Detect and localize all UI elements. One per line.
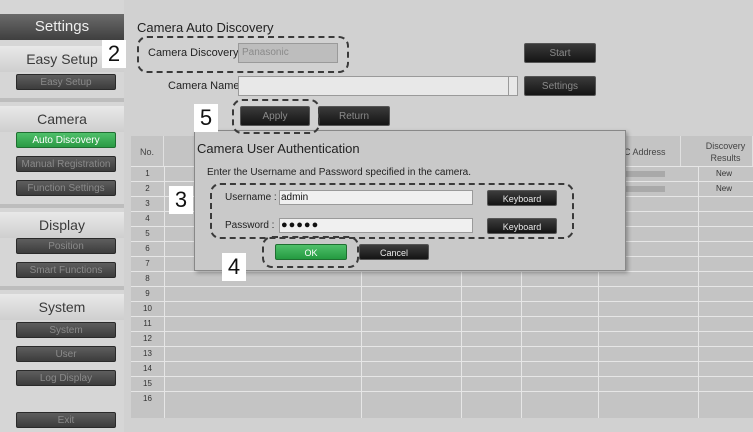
col-header-no: No. <box>131 136 164 166</box>
table-row[interactable]: 10 <box>131 301 753 316</box>
manual-registration-button[interactable]: Manual Registration <box>16 156 116 172</box>
dialog-title: Camera User Authentication <box>197 141 360 156</box>
step-number-3: 3 <box>169 186 193 214</box>
row-number: 4 <box>145 214 150 223</box>
return-button[interactable]: Return <box>318 106 390 126</box>
system-button[interactable]: System <box>16 322 116 338</box>
step-number-4: 4 <box>222 253 246 281</box>
callout-box-step5 <box>232 99 320 134</box>
row-number: 9 <box>145 289 150 298</box>
auto-discovery-button[interactable]: Auto Discovery <box>16 132 116 148</box>
table-row[interactable]: 13 <box>131 346 753 361</box>
function-settings-button[interactable]: Function Settings <box>16 180 116 196</box>
table-row[interactable]: 12 <box>131 331 753 346</box>
settings-button[interactable]: Settings <box>524 76 596 96</box>
user-button[interactable]: User <box>16 346 116 362</box>
callout-box-step2 <box>137 36 349 73</box>
easy-setup-button[interactable]: Easy Setup <box>16 74 116 90</box>
table-row[interactable]: 9 <box>131 286 753 301</box>
dialog-instruction: Enter the Username and Password specifie… <box>207 167 472 178</box>
row-result: New <box>716 169 733 178</box>
row-number: 1 <box>145 169 150 178</box>
step-number-5: 5 <box>194 104 218 132</box>
row-number: 6 <box>145 244 150 253</box>
step-number-2: 2 <box>102 40 126 68</box>
position-button[interactable]: Position <box>16 238 116 254</box>
table-row[interactable]: 14 <box>131 361 753 376</box>
callout-box-step4 <box>262 236 359 268</box>
input-end-cap <box>508 77 517 95</box>
camera-header: Camera <box>0 106 124 132</box>
row-number: 16 <box>143 394 152 403</box>
row-number: 11 <box>143 319 152 328</box>
camera-name-label: Camera Name <box>168 80 240 92</box>
row-number: 8 <box>145 274 150 283</box>
sidebar-divider <box>0 286 124 290</box>
row-number: 3 <box>145 199 150 208</box>
row-number: 13 <box>143 349 152 358</box>
display-header: Display <box>0 212 124 238</box>
row-number: 15 <box>143 379 152 388</box>
row-number: 10 <box>143 304 152 313</box>
table-row[interactable]: 16 <box>131 391 753 406</box>
start-button[interactable]: Start <box>524 43 596 63</box>
row-number: 2 <box>145 184 150 193</box>
exit-button[interactable]: Exit <box>16 412 116 428</box>
row-number: 14 <box>143 364 152 373</box>
callout-box-step3 <box>210 183 574 239</box>
col-header-results: Discovery Results <box>699 136 753 166</box>
row-number: 7 <box>145 259 150 268</box>
row-number: 12 <box>143 334 152 343</box>
row-number: 5 <box>145 229 150 238</box>
camera-name-input[interactable] <box>238 76 518 96</box>
cancel-button[interactable]: Cancel <box>359 244 429 260</box>
page-title: Camera Auto Discovery <box>137 20 274 35</box>
table-row[interactable]: 15 <box>131 376 753 391</box>
table-row[interactable]: 11 <box>131 316 753 331</box>
settings-title: Settings <box>0 14 124 40</box>
sidebar-divider <box>0 98 124 102</box>
log-display-button[interactable]: Log Display <box>16 370 116 386</box>
smart-functions-button[interactable]: Smart Functions <box>16 262 116 278</box>
row-result: New <box>716 184 733 193</box>
system-header: System <box>0 294 124 320</box>
sidebar-divider <box>0 204 124 208</box>
